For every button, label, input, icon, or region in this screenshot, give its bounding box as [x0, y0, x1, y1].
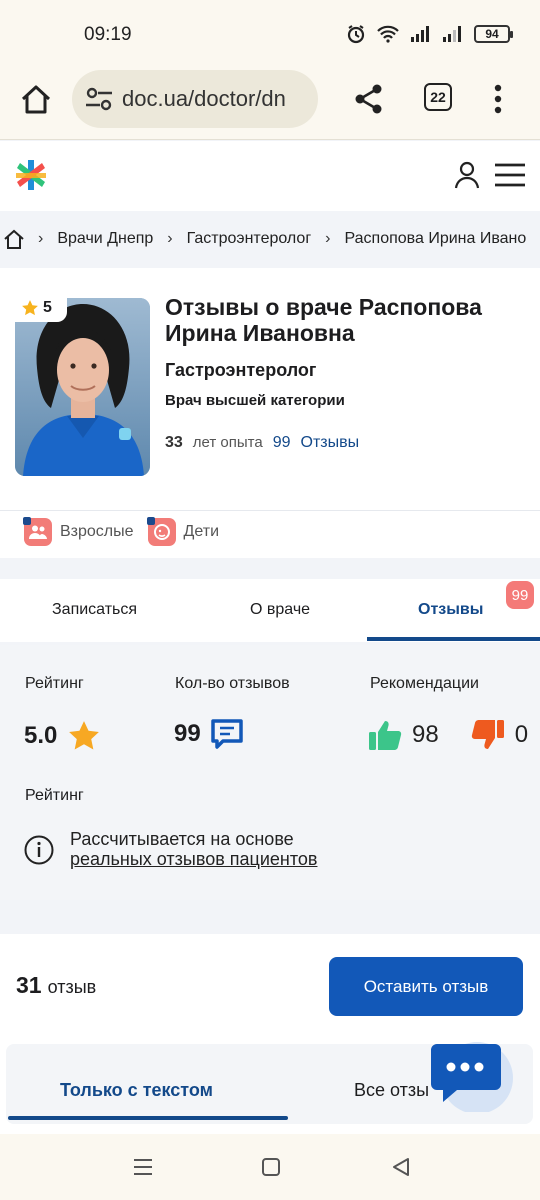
- recent-apps-icon[interactable]: [132, 1156, 154, 1178]
- breadcrumb-item-doctors[interactable]: Врачи Днепр: [57, 230, 153, 248]
- likes-count: 98: [412, 721, 439, 748]
- site-settings-icon[interactable]: [84, 84, 114, 114]
- doctor-specialty[interactable]: Гастроэнтеролог: [165, 360, 316, 381]
- review-stats: Рейтинг Кол-во отзывов Рекомендации 5.0 …: [0, 645, 540, 900]
- rating-subheading: Рейтинг: [25, 787, 84, 804]
- experience-years: 33: [165, 434, 183, 451]
- doctor-photo: [15, 298, 150, 476]
- breadcrumb-item-specialty[interactable]: Гастроэнтеролог: [187, 230, 312, 248]
- hamburger-menu-icon[interactable]: [494, 163, 526, 187]
- recommendations-row: 98 0: [368, 719, 528, 751]
- home-nav-icon[interactable]: [260, 1156, 282, 1178]
- battery-icon: 94: [474, 25, 513, 43]
- reviews-count-link[interactable]: 99: [273, 434, 291, 452]
- real-reviews-link[interactable]: реальных отзывов пациентов: [70, 849, 317, 869]
- review-count-value: 99: [174, 720, 201, 747]
- signal-icon: [411, 26, 429, 42]
- thumbs-down-icon: [471, 720, 504, 749]
- tab-switcher-button[interactable]: 22: [424, 83, 452, 111]
- filter-all[interactable]: Все отзы: [354, 1080, 429, 1101]
- dislikes-count: 0: [514, 721, 529, 748]
- chat-button-icon[interactable]: [429, 1040, 517, 1112]
- browser-toolbar: doc.ua/doctor/dn 22: [0, 70, 540, 140]
- breadcrumb-item-doctor: Распопова Ирина Ивано: [344, 230, 527, 247]
- star-icon: [22, 300, 38, 316]
- doc-ua-logo[interactable]: [14, 158, 48, 192]
- leave-review-button[interactable]: Оставить отзыв: [329, 957, 523, 1016]
- share-icon[interactable]: [352, 82, 386, 116]
- tag-adults: Взрослые: [23, 517, 134, 546]
- breadcrumb-chevron-icon: ›: [167, 230, 173, 247]
- system-nav-bar: [0, 1134, 540, 1200]
- reviews-link[interactable]: Отзывы: [301, 434, 360, 452]
- rating-badge-value: 5: [43, 299, 52, 316]
- review-count-row: 99: [174, 719, 243, 749]
- rating-info: Рассчитывается на основе реальных отзыво…: [24, 829, 317, 869]
- filter-text-only[interactable]: Только с текстом: [60, 1080, 213, 1101]
- status-time: 09:19: [84, 24, 132, 45]
- review-count-label: Кол-во отзывов: [175, 675, 290, 692]
- alarm-icon: [347, 25, 365, 44]
- info-text: Рассчитывается на основе реальных отзыво…: [70, 829, 317, 869]
- url-text: doc.ua/doctor/dn: [122, 86, 286, 111]
- active-tab-indicator: [367, 637, 540, 641]
- status-icons: 94: [346, 24, 513, 44]
- breadcrumb-home-icon[interactable]: [4, 229, 24, 249]
- recommendations-label: Рекомендации: [370, 675, 479, 692]
- active-filter-indicator: [8, 1116, 288, 1120]
- breadcrumb: › Врачи Днепр › Гастроэнтеролог › Распоп…: [0, 211, 540, 267]
- rating-value-row: 5.0: [24, 719, 101, 753]
- page-title: Отзывы о враче Распопова Ирина Ивановна: [165, 294, 482, 346]
- info-icon: [24, 835, 54, 865]
- tab-book[interactable]: Записаться: [52, 601, 137, 619]
- address-bar[interactable]: doc.ua/doctor/dn: [72, 70, 318, 128]
- more-menu-icon[interactable]: [486, 82, 510, 116]
- info-line: Рассчитывается на основе: [70, 829, 294, 849]
- tag-children-label: Дети: [183, 523, 220, 540]
- experience-label: лет опыта: [192, 434, 263, 451]
- rating-badge: 5: [15, 294, 67, 322]
- wifi-icon: [377, 25, 399, 43]
- doctor-category: Врач высшей категории: [165, 392, 345, 409]
- breadcrumb-chevron-icon: ›: [38, 230, 44, 247]
- divider: [0, 510, 540, 511]
- comment-icon: [210, 719, 243, 749]
- tag-children: Дети: [146, 517, 220, 546]
- rating-value: 5.0: [24, 722, 58, 749]
- tab-reviews[interactable]: Отзывы: [418, 601, 483, 619]
- reviews-tab-badge: 99: [506, 581, 534, 609]
- doctor-card: 5 Отзывы о враче Распопова Ирина Ивановн…: [0, 268, 540, 558]
- status-bar: 09:19 94: [0, 0, 540, 70]
- thumbs-up-icon: [369, 721, 402, 750]
- rating-label: Рейтинг: [25, 675, 84, 692]
- signal-icon-2: [443, 26, 461, 42]
- breadcrumb-chevron-icon: ›: [325, 230, 331, 247]
- doctor-experience-row: 33 лет опыта 99 Отзывы: [165, 434, 359, 452]
- site-header: [0, 141, 540, 211]
- adults-icon: [23, 517, 52, 546]
- user-account-icon[interactable]: [454, 161, 480, 189]
- tag-adults-label: Взрослые: [60, 523, 134, 540]
- doctor-tabs: Записаться О враче Отзывы 99: [0, 579, 540, 642]
- reviews-total-number: 31: [16, 972, 42, 998]
- back-icon[interactable]: [390, 1156, 412, 1178]
- children-icon: [146, 517, 176, 546]
- patient-types: Взрослые Дети: [23, 517, 220, 546]
- home-icon[interactable]: [18, 82, 54, 118]
- star-icon: [69, 721, 100, 750]
- reviews-total: 31 отзыв: [16, 972, 96, 999]
- tab-about[interactable]: О враче: [250, 601, 310, 619]
- reviews-total-word: отзыв: [47, 977, 97, 997]
